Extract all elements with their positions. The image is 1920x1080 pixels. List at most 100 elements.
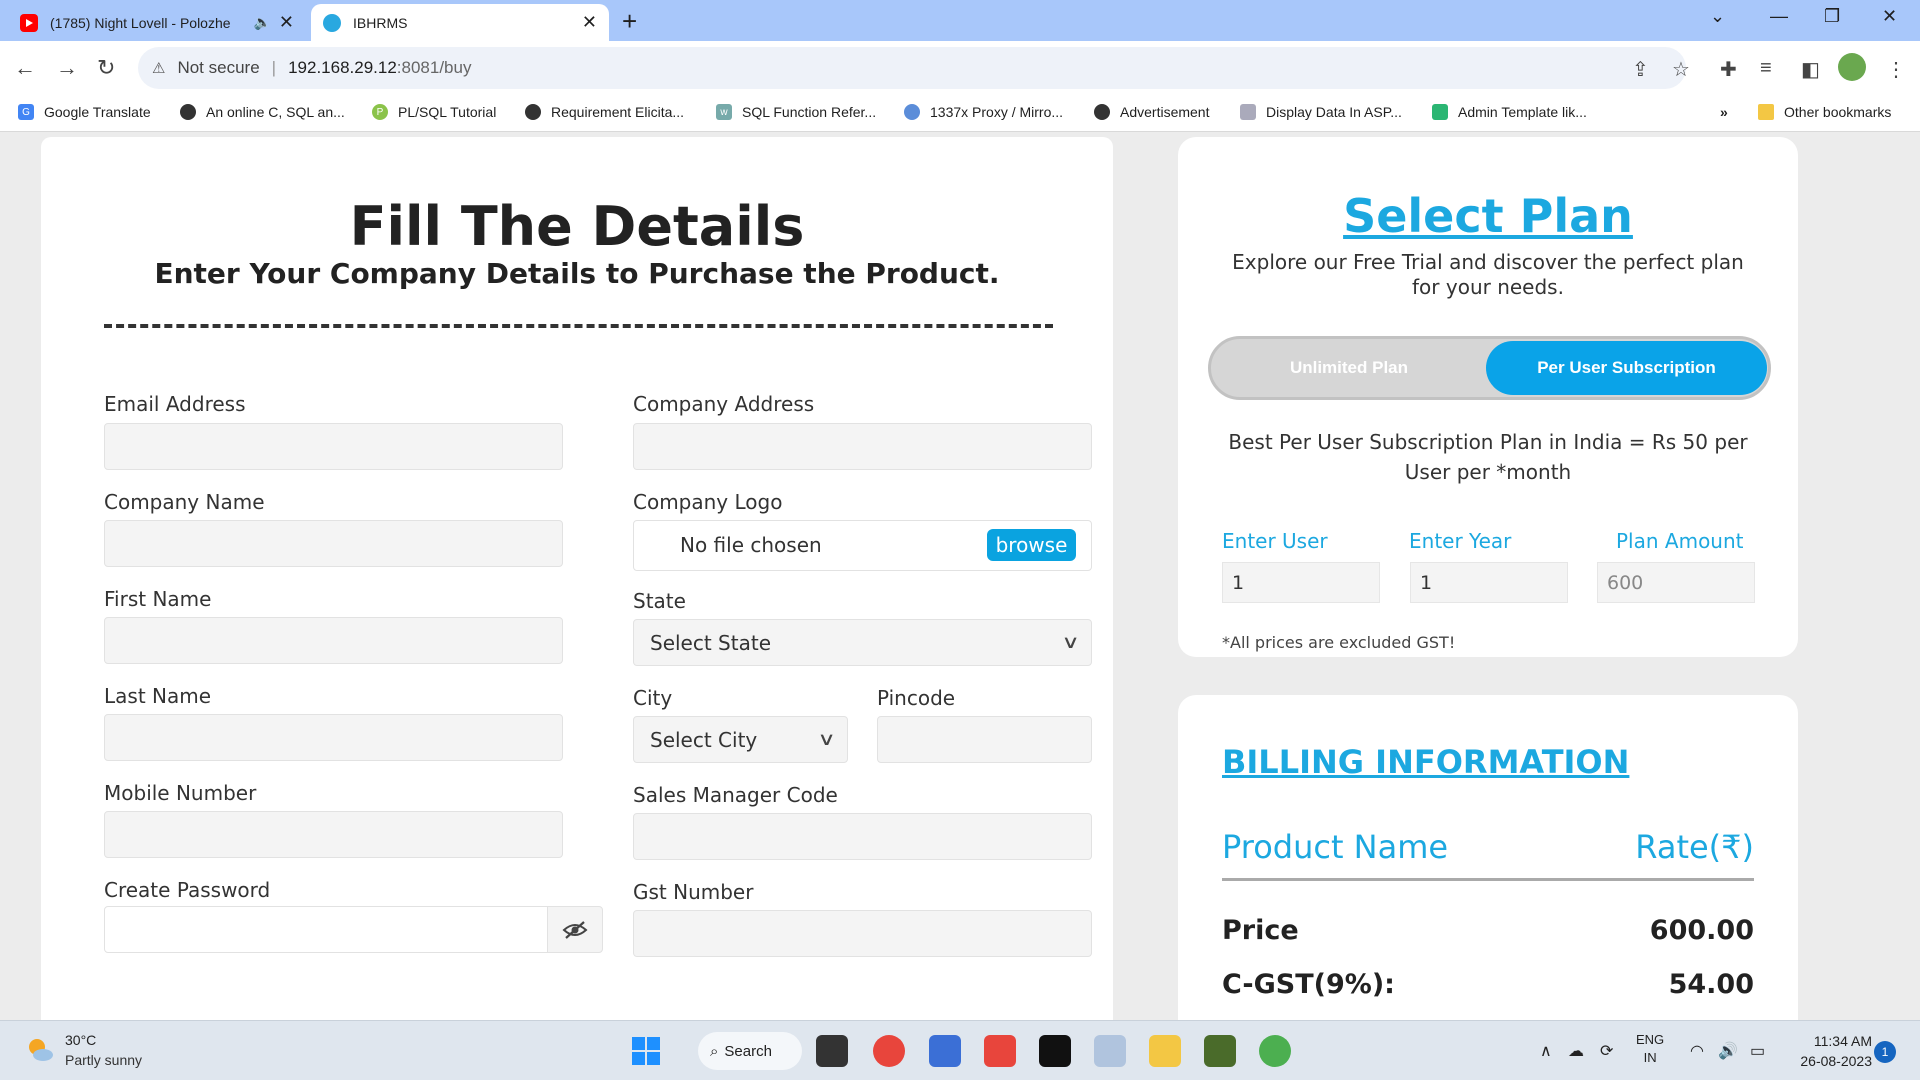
toggle-password-button[interactable]: [547, 906, 603, 953]
close-tab-icon[interactable]: ✕: [582, 12, 597, 33]
anydesk-icon[interactable]: [984, 1035, 1016, 1067]
password-field[interactable]: [104, 906, 548, 953]
state-label: State: [633, 589, 686, 613]
weather-temperature[interactable]: 30°C: [65, 1032, 96, 1048]
enter-user-field[interactable]: 1: [1222, 562, 1380, 603]
city-select[interactable]: Select City ∨: [633, 716, 848, 763]
tab-ibhrms[interactable]: IBHRMS ✕: [311, 4, 609, 41]
company-name-field[interactable]: [104, 520, 563, 567]
chrome-profile-icon[interactable]: [1259, 1035, 1291, 1067]
new-tab-icon[interactable]: +: [622, 6, 637, 37]
share-icon[interactable]: ⇪: [1632, 57, 1649, 82]
translate-icon: G: [18, 104, 34, 120]
enter-year-label: Enter Year: [1409, 529, 1512, 553]
bookmark-star-icon[interactable]: ☆: [1672, 57, 1690, 82]
lang-top: ENG: [1636, 1032, 1665, 1047]
bookmark-label: An online C, SQL an...: [206, 104, 345, 120]
bookmark-item[interactable]: G Google Translate: [18, 104, 151, 120]
language-indicator[interactable]: ENG IN: [1636, 1031, 1664, 1067]
weather-description[interactable]: Partly sunny: [65, 1052, 142, 1068]
first-name-field[interactable]: [104, 617, 563, 664]
email-field[interactable]: [104, 423, 563, 470]
price-value: 600.00: [1649, 915, 1754, 946]
extensions-icon[interactable]: ✚: [1720, 57, 1737, 82]
form-subtitle: Enter Your Company Details to Purchase t…: [154, 257, 1000, 290]
address-bar[interactable]: ⚠ Not secure | 192.168.29.12:8081/buy: [138, 47, 1686, 89]
more-bookmarks-button[interactable]: »: [1720, 104, 1728, 120]
folder-icon: [1758, 104, 1774, 120]
gst-number-field[interactable]: [633, 910, 1092, 957]
file-explorer-icon[interactable]: [1149, 1035, 1181, 1067]
battery-icon[interactable]: ▭: [1750, 1041, 1765, 1061]
company-address-field[interactable]: [633, 423, 1092, 470]
bookmark-label: Other bookmarks: [1784, 104, 1892, 120]
taskbar-search[interactable]: ⌕ Search: [698, 1032, 802, 1070]
sync-icon[interactable]: ⟳: [1600, 1041, 1613, 1061]
last-name-field[interactable]: [104, 714, 563, 761]
restore-icon[interactable]: ❐: [1824, 6, 1840, 27]
profile-avatar[interactable]: [1838, 53, 1866, 81]
onedrive-icon[interactable]: ☁: [1568, 1041, 1584, 1061]
date: 26-08-2023: [1800, 1053, 1872, 1069]
volume-icon[interactable]: 🔊: [1718, 1041, 1738, 1061]
store-icon[interactable]: [929, 1035, 961, 1067]
close-window-icon[interactable]: ✕: [1882, 6, 1897, 27]
reload-icon[interactable]: ↻: [97, 55, 115, 81]
bookmark-item[interactable]: Advertisement: [1094, 104, 1209, 120]
chrome-icon[interactable]: [873, 1035, 905, 1067]
media-icon[interactable]: ≡: [1760, 57, 1772, 80]
rate-header: Rate(₹): [1635, 828, 1754, 866]
enter-user-label: Enter User: [1222, 529, 1328, 553]
bookmark-item[interactable]: Admin Template lik...: [1432, 104, 1587, 120]
menu-icon[interactable]: ⋮: [1886, 57, 1906, 82]
tab-search-icon[interactable]: ⌄: [1710, 6, 1725, 27]
wifi-icon[interactable]: ◠: [1690, 1041, 1704, 1061]
bookmark-item[interactable]: w SQL Function Refer...: [716, 104, 876, 120]
bookmark-item[interactable]: P PL/SQL Tutorial: [372, 104, 496, 120]
partly-sunny-icon[interactable]: [24, 1034, 56, 1066]
tab-title: (1785) Night Lovell - Polozhe: [50, 14, 231, 31]
pincode-field[interactable]: [877, 716, 1092, 763]
state-select[interactable]: Select State ∨: [633, 619, 1092, 666]
plan-amount-label: Plan Amount: [1616, 529, 1744, 553]
tab-youtube[interactable]: (1785) Night Lovell - Polozhe 🔈 ✕: [8, 4, 306, 41]
close-tab-icon[interactable]: ✕: [279, 12, 294, 33]
time: 11:34 AM: [1813, 1033, 1872, 1049]
windows-start-icon[interactable]: [630, 1035, 662, 1067]
windows-taskbar: 30°C Partly sunny ⌕ Search ∧ ☁ ⟳ ENG IN …: [0, 1020, 1920, 1080]
per-user-subscription-option[interactable]: Per User Subscription: [1486, 341, 1767, 395]
plan-toggle[interactable]: Unlimited Plan Per User Subscription: [1208, 336, 1771, 400]
security-label[interactable]: Not secure: [177, 58, 259, 78]
email-label: Email Address: [104, 392, 246, 416]
p-icon: P: [372, 104, 388, 120]
task-view-icon[interactable]: [816, 1035, 848, 1067]
page-content: Fill The Details Enter Your Company Deta…: [0, 132, 1920, 1020]
page-icon: [1240, 104, 1256, 120]
bookmark-label: SQL Function Refer...: [742, 104, 877, 120]
bookmark-item[interactable]: An online C, SQL an...: [180, 104, 345, 120]
show-hidden-icons-icon[interactable]: ∧: [1540, 1041, 1552, 1061]
forward-icon[interactable]: →: [56, 55, 78, 81]
other-bookmarks[interactable]: Other bookmarks: [1758, 104, 1891, 120]
snipping-tool-icon[interactable]: [1094, 1035, 1126, 1067]
side-panel-icon[interactable]: ◧: [1801, 57, 1820, 82]
unlimited-plan-option[interactable]: Unlimited Plan: [1211, 339, 1487, 397]
company-logo-upload[interactable]: No file chosen browse: [633, 520, 1092, 571]
notification-badge[interactable]: 1: [1874, 1041, 1896, 1063]
bookmark-item[interactable]: Requirement Elicita...: [525, 104, 684, 120]
speaker-icon[interactable]: 🔈: [253, 14, 270, 31]
sales-manager-code-field[interactable]: [633, 813, 1092, 860]
warning-icon[interactable]: ⚠: [152, 59, 165, 77]
terminal-icon[interactable]: [1039, 1035, 1071, 1067]
enter-year-field[interactable]: 1: [1410, 562, 1568, 603]
minimize-icon[interactable]: —: [1770, 6, 1788, 27]
vim-icon[interactable]: [1204, 1035, 1236, 1067]
bookmark-item[interactable]: 1337x Proxy / Mirro...: [904, 104, 1063, 120]
clock[interactable]: 11:34 AM 26-08-2023: [1788, 1031, 1872, 1071]
company-logo-label: Company Logo: [633, 490, 783, 514]
bookmark-item[interactable]: Display Data In ASP...: [1240, 104, 1402, 120]
browse-button[interactable]: browse: [987, 529, 1076, 561]
mobile-field[interactable]: [104, 811, 563, 858]
back-icon[interactable]: ←: [14, 55, 36, 81]
sales-manager-label: Sales Manager Code: [633, 783, 838, 807]
